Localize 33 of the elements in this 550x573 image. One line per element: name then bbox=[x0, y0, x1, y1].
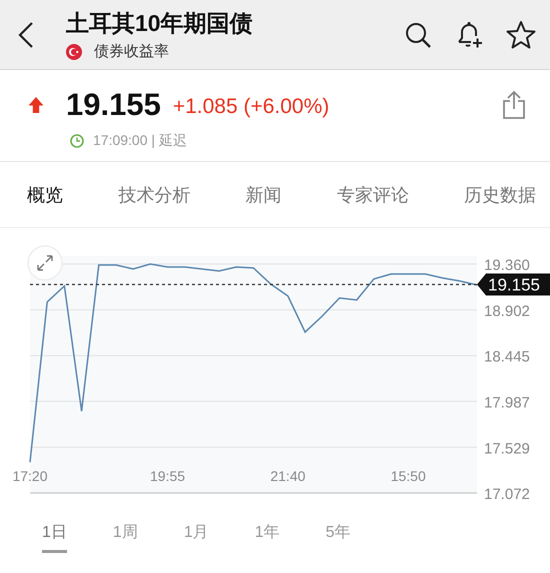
period-tab[interactable]: 1月 bbox=[184, 522, 209, 553]
star-icon[interactable] bbox=[506, 20, 536, 50]
period-tab[interactable]: 1日 bbox=[42, 522, 67, 553]
y-axis-label: 18.902 bbox=[484, 302, 530, 320]
tab[interactable]: 概览 bbox=[27, 182, 63, 206]
back-icon[interactable] bbox=[18, 22, 34, 48]
period-tab[interactable]: 1年 bbox=[254, 522, 280, 553]
subtitle: 债券收益率 bbox=[94, 42, 169, 61]
x-axis-label: 21:40 bbox=[270, 468, 306, 484]
current-price-tag: 19.155 bbox=[477, 274, 550, 296]
clock-icon bbox=[70, 134, 84, 148]
y-axis-label: 17.529 bbox=[484, 440, 530, 458]
search-icon[interactable] bbox=[404, 20, 432, 48]
period-tab[interactable]: 1周 bbox=[112, 522, 138, 553]
page-title: 土耳其10年期国债 bbox=[66, 9, 254, 38]
price: 19.155 bbox=[66, 87, 161, 123]
y-axis-label: 17.987 bbox=[484, 394, 530, 412]
tab[interactable]: 专家评论 bbox=[336, 182, 409, 206]
flag-icon bbox=[66, 44, 82, 60]
y-axis-label: 19.360 bbox=[484, 257, 530, 274]
tab[interactable]: 技术分析 bbox=[118, 182, 190, 206]
price-change: +1.085 (+6.00%) bbox=[172, 95, 330, 119]
x-axis-label: 19:55 bbox=[150, 468, 186, 484]
update-time: 17:09:00 | 延迟 bbox=[93, 132, 187, 150]
share-icon[interactable] bbox=[502, 91, 526, 119]
x-axis-label: 17:20 bbox=[12, 468, 48, 484]
tab[interactable]: 新闻 bbox=[246, 182, 282, 206]
y-axis-label: 18.445 bbox=[484, 348, 530, 366]
expand-button[interactable] bbox=[27, 245, 63, 281]
tab[interactable]: 历史数据 bbox=[464, 182, 536, 206]
x-axis-label: 15:50 bbox=[390, 468, 426, 484]
y-axis-label: 17.072 bbox=[484, 486, 530, 500]
period-tab[interactable]: 5年 bbox=[326, 522, 351, 553]
